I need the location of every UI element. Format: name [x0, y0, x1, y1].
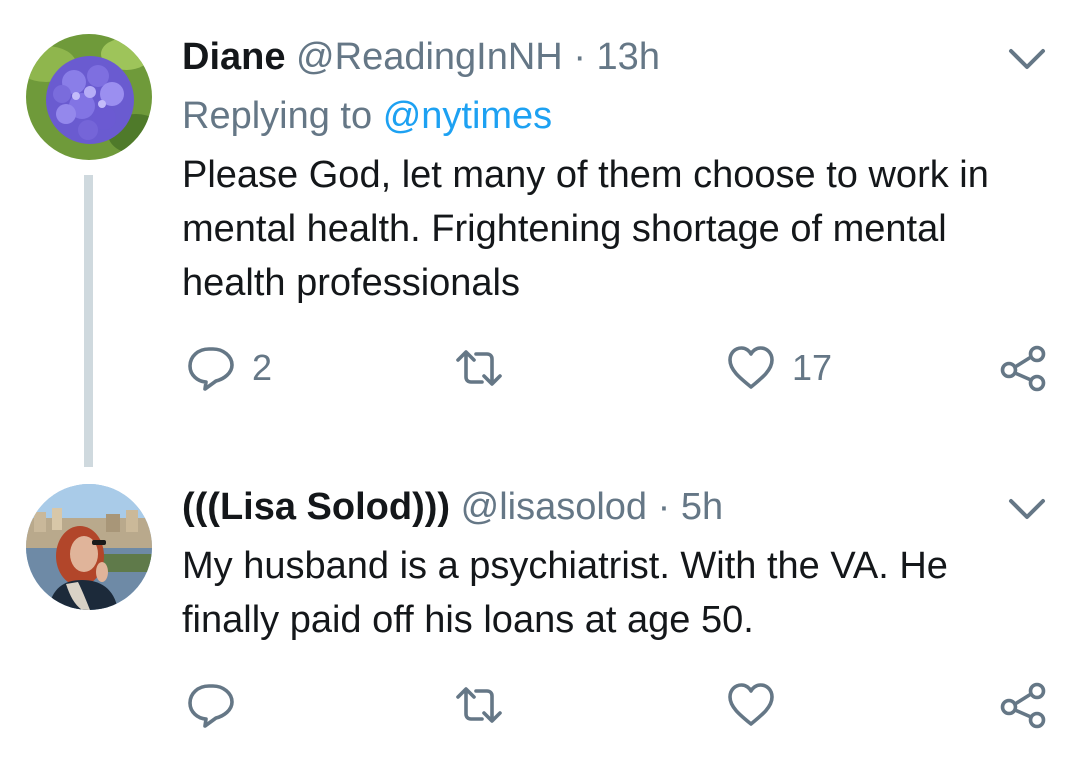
share-button[interactable] [998, 338, 1048, 398]
tweet-header: Diane @ReadingInNH · 13h [182, 32, 660, 82]
portrait-avatar-image [26, 484, 152, 610]
replying-to-label: Replying to [182, 95, 373, 137]
tweet-lisa[interactable]: (((Lisa Solod))) @lisasolod · 5h My husb… [0, 470, 1080, 767]
replying-to-handle-link[interactable]: @nytimes [383, 95, 553, 137]
avatar[interactable] [26, 484, 152, 610]
display-name[interactable]: (((Lisa Solod))) [182, 486, 450, 528]
chevron-down-icon[interactable] [1006, 44, 1048, 74]
reply-icon [188, 347, 234, 391]
tweet-header: (((Lisa Solod))) @lisasolod · 5h [182, 482, 723, 532]
tweet-actions: 2 17 [0, 338, 1080, 398]
retweet-icon [456, 687, 502, 723]
tweet-diane[interactable]: Diane @ReadingInNH · 13h Replying to @ny… [0, 0, 1080, 470]
user-handle[interactable]: @ReadingInNH [296, 36, 563, 78]
reply-button[interactable]: 2 [186, 338, 272, 398]
separator-dot: · [657, 486, 671, 528]
share-icon [1000, 682, 1046, 729]
like-button[interactable]: 17 [726, 338, 832, 398]
retweet-icon [456, 350, 502, 386]
share-icon [1000, 345, 1046, 392]
like-count: 17 [792, 347, 833, 388]
reply-icon [188, 684, 234, 728]
timestamp[interactable]: 5h [681, 486, 723, 528]
replying-to: Replying to @nytimes [182, 91, 552, 141]
reply-button[interactable] [186, 675, 252, 735]
tweet-actions [0, 675, 1080, 735]
share-button[interactable] [998, 675, 1048, 735]
chevron-down-icon[interactable] [1006, 494, 1048, 524]
user-handle[interactable]: @lisasolod [461, 486, 647, 528]
display-name[interactable]: Diane [182, 36, 285, 78]
heart-icon [728, 683, 774, 726]
tweet-text: Please God, let many of them choose to w… [182, 154, 989, 304]
tweet-text: My husband is a psychiatrist. With the V… [182, 545, 948, 641]
timestamp[interactable]: 13h [597, 36, 660, 78]
retweet-button[interactable] [454, 675, 520, 735]
heart-icon [728, 346, 774, 389]
retweet-button[interactable] [454, 338, 520, 398]
avatar[interactable] [26, 34, 152, 160]
hydrangea-avatar-image [26, 34, 152, 160]
separator-dot: · [573, 36, 586, 78]
reply-count: 2 [252, 347, 273, 388]
like-button[interactable] [726, 675, 792, 735]
